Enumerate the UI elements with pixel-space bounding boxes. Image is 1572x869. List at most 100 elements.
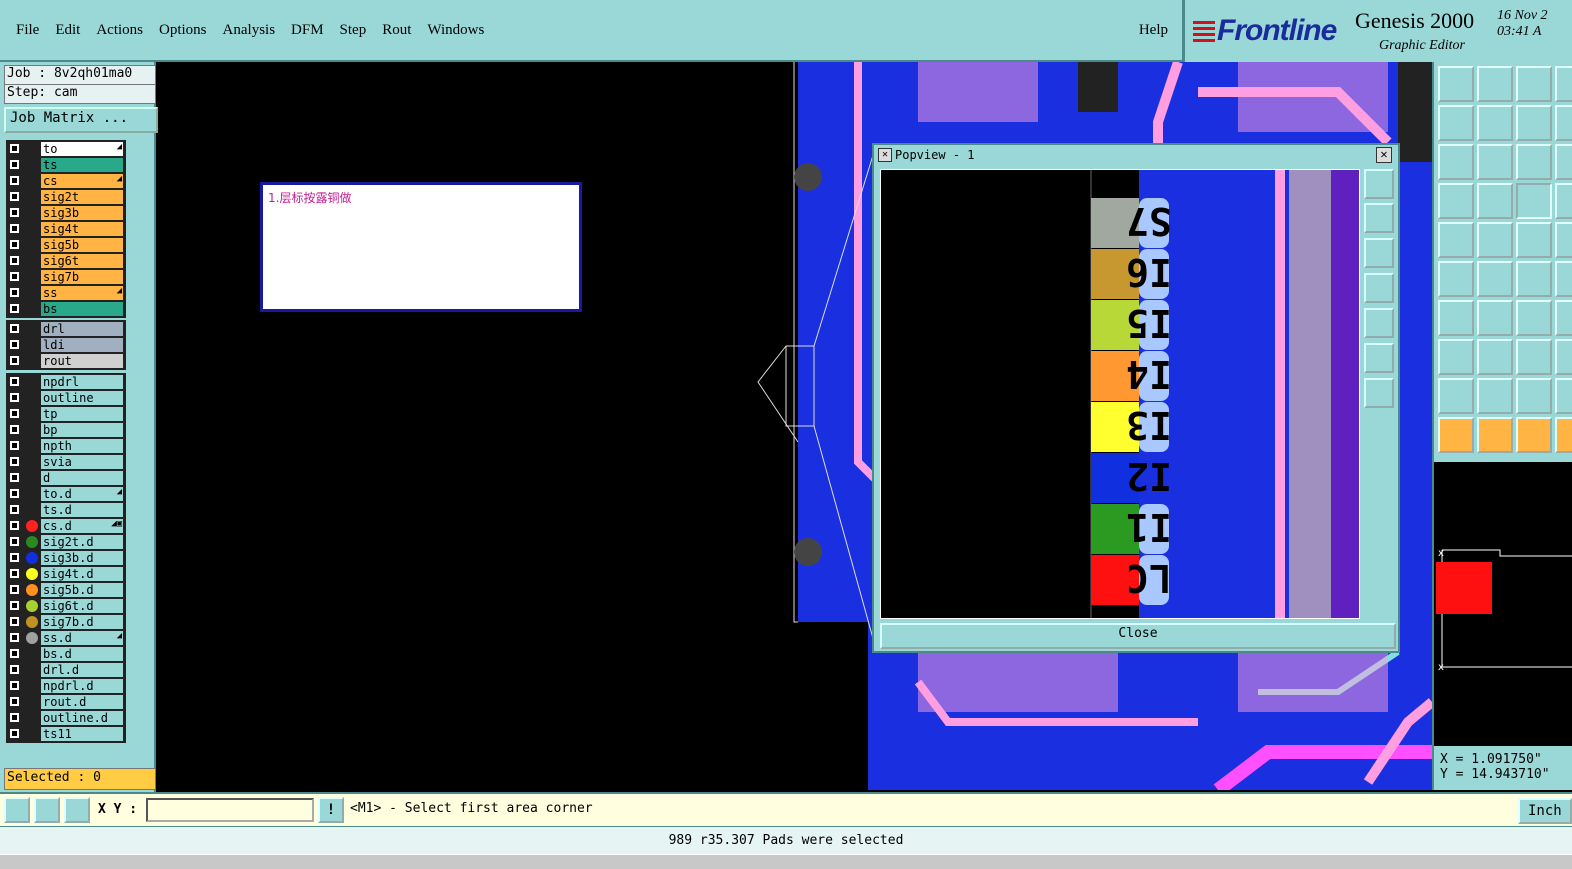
layer-name[interactable]: ss [41, 286, 123, 300]
layer-name[interactable]: bp [41, 423, 123, 437]
layer-row[interactable]: bs [7, 301, 125, 317]
layer-row[interactable]: sig3b [7, 205, 125, 221]
measure-mode-icon[interactable] [34, 797, 60, 823]
rotate-icon[interactable] [1516, 300, 1552, 336]
menu-dfm[interactable]: DFM [283, 22, 332, 39]
popview-titlebar[interactable]: ✕ Popview - 1 ✕ [874, 145, 1398, 165]
layer-row[interactable]: ts11 [7, 726, 125, 742]
arc-pad-icon[interactable] [1516, 261, 1552, 297]
layer-name[interactable]: tp [41, 407, 123, 421]
layer-checkbox[interactable] [10, 356, 19, 365]
overview-map[interactable]: x x [1432, 462, 1572, 746]
zoom-out-icon[interactable] [1555, 144, 1572, 180]
popview-canvas[interactable]: S7 I6 I5 I4 I3 I2 I1 LC [880, 169, 1360, 619]
line-draw-icon[interactable] [1438, 300, 1474, 336]
layer-name[interactable]: bs.d [41, 647, 123, 661]
snap-mode-icon[interactable] [4, 797, 30, 823]
layer-checkbox[interactable] [10, 569, 19, 578]
layer-name[interactable]: npth [41, 439, 123, 453]
layer-checkbox[interactable] [10, 713, 19, 722]
pointer-move-icon[interactable] [1516, 417, 1552, 453]
pan-right-icon[interactable] [1477, 105, 1513, 141]
layer-name[interactable]: ts.d [41, 503, 123, 517]
layer-checkbox[interactable] [10, 160, 19, 169]
layer-checkbox[interactable] [10, 144, 19, 153]
line-red-icon[interactable] [1477, 339, 1513, 375]
layer-row[interactable]: ts.d [7, 502, 125, 518]
layer-checkbox[interactable] [10, 665, 19, 674]
tools-icon[interactable] [1438, 183, 1474, 219]
layer-row[interactable]: rout.d [7, 694, 125, 710]
pv-pan-right-icon[interactable] [1364, 308, 1394, 338]
layer-row[interactable]: bs.d [7, 646, 125, 662]
layer-checkbox[interactable] [10, 617, 19, 626]
layer-checkbox[interactable] [10, 340, 19, 349]
layer-row[interactable]: bp [7, 422, 125, 438]
layer-checkbox[interactable] [10, 176, 19, 185]
pv-zoom-out-icon[interactable] [1364, 238, 1394, 268]
layer-name[interactable]: sig6t [41, 254, 123, 268]
layer-name[interactable]: sig4t [41, 222, 123, 236]
layer-checkbox[interactable] [10, 288, 19, 297]
layer-name[interactable]: sig5b.d [41, 583, 123, 597]
menu-file[interactable]: File [8, 22, 47, 39]
window-menu-icon[interactable]: ✕ [878, 148, 892, 162]
refresh-icon[interactable] [1555, 105, 1572, 141]
select-pad-icon[interactable] [1438, 339, 1474, 375]
layer-name[interactable]: outline [41, 391, 123, 405]
layer-checkbox[interactable] [10, 224, 19, 233]
layer-name[interactable]: to.d [41, 487, 123, 501]
add-line-icon[interactable] [1477, 222, 1513, 258]
xy-input[interactable] [146, 798, 314, 822]
layer-down-icon[interactable] [1477, 66, 1513, 102]
layer-row[interactable]: sig7b [7, 269, 125, 285]
layer-checkbox[interactable] [10, 505, 19, 514]
ruler-icon[interactable] [1516, 222, 1552, 258]
connect-icon[interactable] [1438, 261, 1474, 297]
layer-row[interactable]: sig5b.d [7, 582, 125, 598]
layer-name[interactable]: ss.d [41, 631, 123, 645]
layer-name[interactable]: sig3b.d [41, 551, 123, 565]
layer-color-dot-icon[interactable] [26, 536, 38, 548]
layer-row[interactable]: npth [7, 438, 125, 454]
menu-help[interactable]: Help [1139, 22, 1168, 39]
layer-checkbox[interactable] [10, 304, 19, 313]
layer-name[interactable]: ts11 [41, 727, 123, 741]
popview-close-icon[interactable]: ✕ [1376, 147, 1392, 163]
layer-name[interactable]: sig2t.d [41, 535, 123, 549]
layer-checkbox[interactable] [10, 697, 19, 706]
layer-name[interactable]: sig4t.d [41, 567, 123, 581]
alert-button[interactable]: ! [318, 797, 344, 823]
layer-row[interactable]: drl [7, 321, 125, 337]
info-icon[interactable] [1555, 339, 1572, 375]
layer-checkbox[interactable] [10, 585, 19, 594]
add-pad-icon[interactable] [1438, 222, 1474, 258]
layer-name[interactable]: sig3b [41, 206, 123, 220]
layer-row[interactable]: cs ◢ [7, 173, 125, 189]
popview-close-button[interactable]: Close [880, 623, 1396, 649]
zoom-1to2-icon[interactable] [1516, 144, 1552, 180]
layer-name[interactable]: bs [41, 302, 123, 316]
pv-pan-left-icon[interactable] [1364, 273, 1394, 303]
layer-checkbox[interactable] [10, 633, 19, 642]
layer-row[interactable]: svia [7, 454, 125, 470]
layer-name[interactable]: drl.d [41, 663, 123, 677]
layer-row[interactable]: outline [7, 390, 125, 406]
layer-name[interactable]: sig6t.d [41, 599, 123, 613]
layer-checkbox[interactable] [10, 272, 19, 281]
layer-color-dot-icon[interactable] [26, 600, 38, 612]
layer-checkbox[interactable] [10, 473, 19, 482]
layer-checkbox[interactable] [10, 409, 19, 418]
layer-name[interactable]: cs [41, 174, 123, 188]
layer-checkbox[interactable] [10, 489, 19, 498]
layer-row[interactable]: npdrl.d [7, 678, 125, 694]
undo-view-icon[interactable] [1516, 105, 1552, 141]
line-edit-icon[interactable] [1477, 300, 1513, 336]
layer-row[interactable]: cs.d ◢▣ [7, 518, 125, 534]
pv-center-icon[interactable] [1364, 378, 1394, 408]
pointer-select-icon[interactable] [1477, 417, 1513, 453]
layer-row[interactable]: ldi [7, 337, 125, 353]
layer-row[interactable]: drl.d [7, 662, 125, 678]
layer-color-dot-icon[interactable] [26, 632, 38, 644]
menu-windows[interactable]: Windows [419, 22, 492, 39]
